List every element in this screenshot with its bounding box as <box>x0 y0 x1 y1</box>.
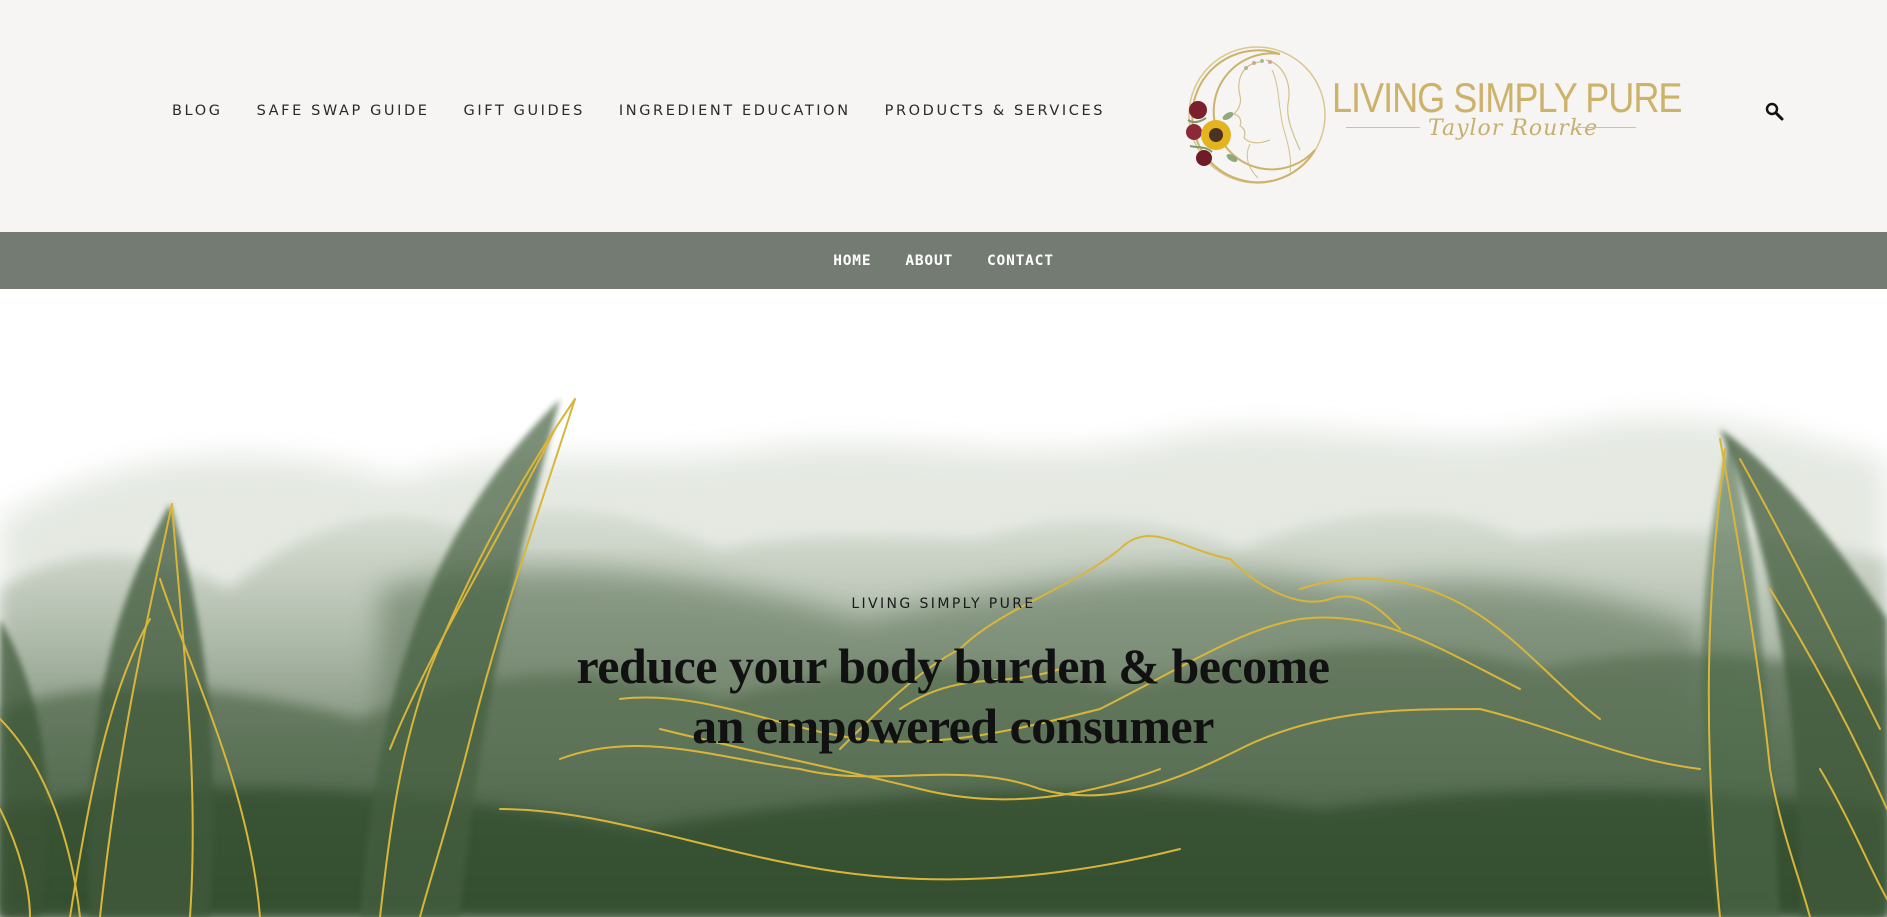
nav-blog[interactable]: BLOG <box>172 103 223 119</box>
logo-subtitle: Taylor Rourke <box>1428 116 1599 141</box>
nav-products-services[interactable]: PRODUCTS & SERVICES <box>885 103 1105 119</box>
hero-title: reduce your body burden & become an empo… <box>543 636 1363 756</box>
logo-rule-left <box>1346 127 1420 128</box>
primary-nav: BLOG SAFE SWAP GUIDE GIFT GUIDES INGREDI… <box>172 101 1139 121</box>
search-button[interactable] <box>1764 101 1786 123</box>
search-icon <box>1765 102 1784 121</box>
nav-home[interactable]: HOME <box>833 253 871 269</box>
logo-crescent-moon-emblem <box>1186 46 1326 184</box>
nav-contact[interactable]: CONTACT <box>987 253 1054 269</box>
nav-about[interactable]: ABOUT <box>905 253 953 269</box>
hero-section: LIVING SIMPLY PURE reduce your body burd… <box>0 289 1887 917</box>
secondary-nav: HOME ABOUT CONTACT <box>0 232 1887 289</box>
logo-rule-right <box>1578 127 1636 128</box>
nav-gift-guides[interactable]: GIFT GUIDES <box>464 103 585 119</box>
nav-safe-swap-guide[interactable]: SAFE SWAP GUIDE <box>257 103 430 119</box>
site-logo[interactable]: LIVING SIMPLY PURE Taylor Rourke <box>1180 40 1682 190</box>
site-header: BLOG SAFE SWAP GUIDE GIFT GUIDES INGREDI… <box>0 0 1887 232</box>
hero-title-line-1: reduce your body burden & become <box>576 638 1331 694</box>
hero-eyebrow: LIVING SIMPLY PURE <box>851 596 1036 612</box>
logo-title: LIVING SIMPLY PURE <box>1332 74 1682 121</box>
nav-ingredient-education[interactable]: INGREDIENT EDUCATION <box>619 103 851 119</box>
hero-title-line-2: an empowered consumer <box>692 698 1214 754</box>
